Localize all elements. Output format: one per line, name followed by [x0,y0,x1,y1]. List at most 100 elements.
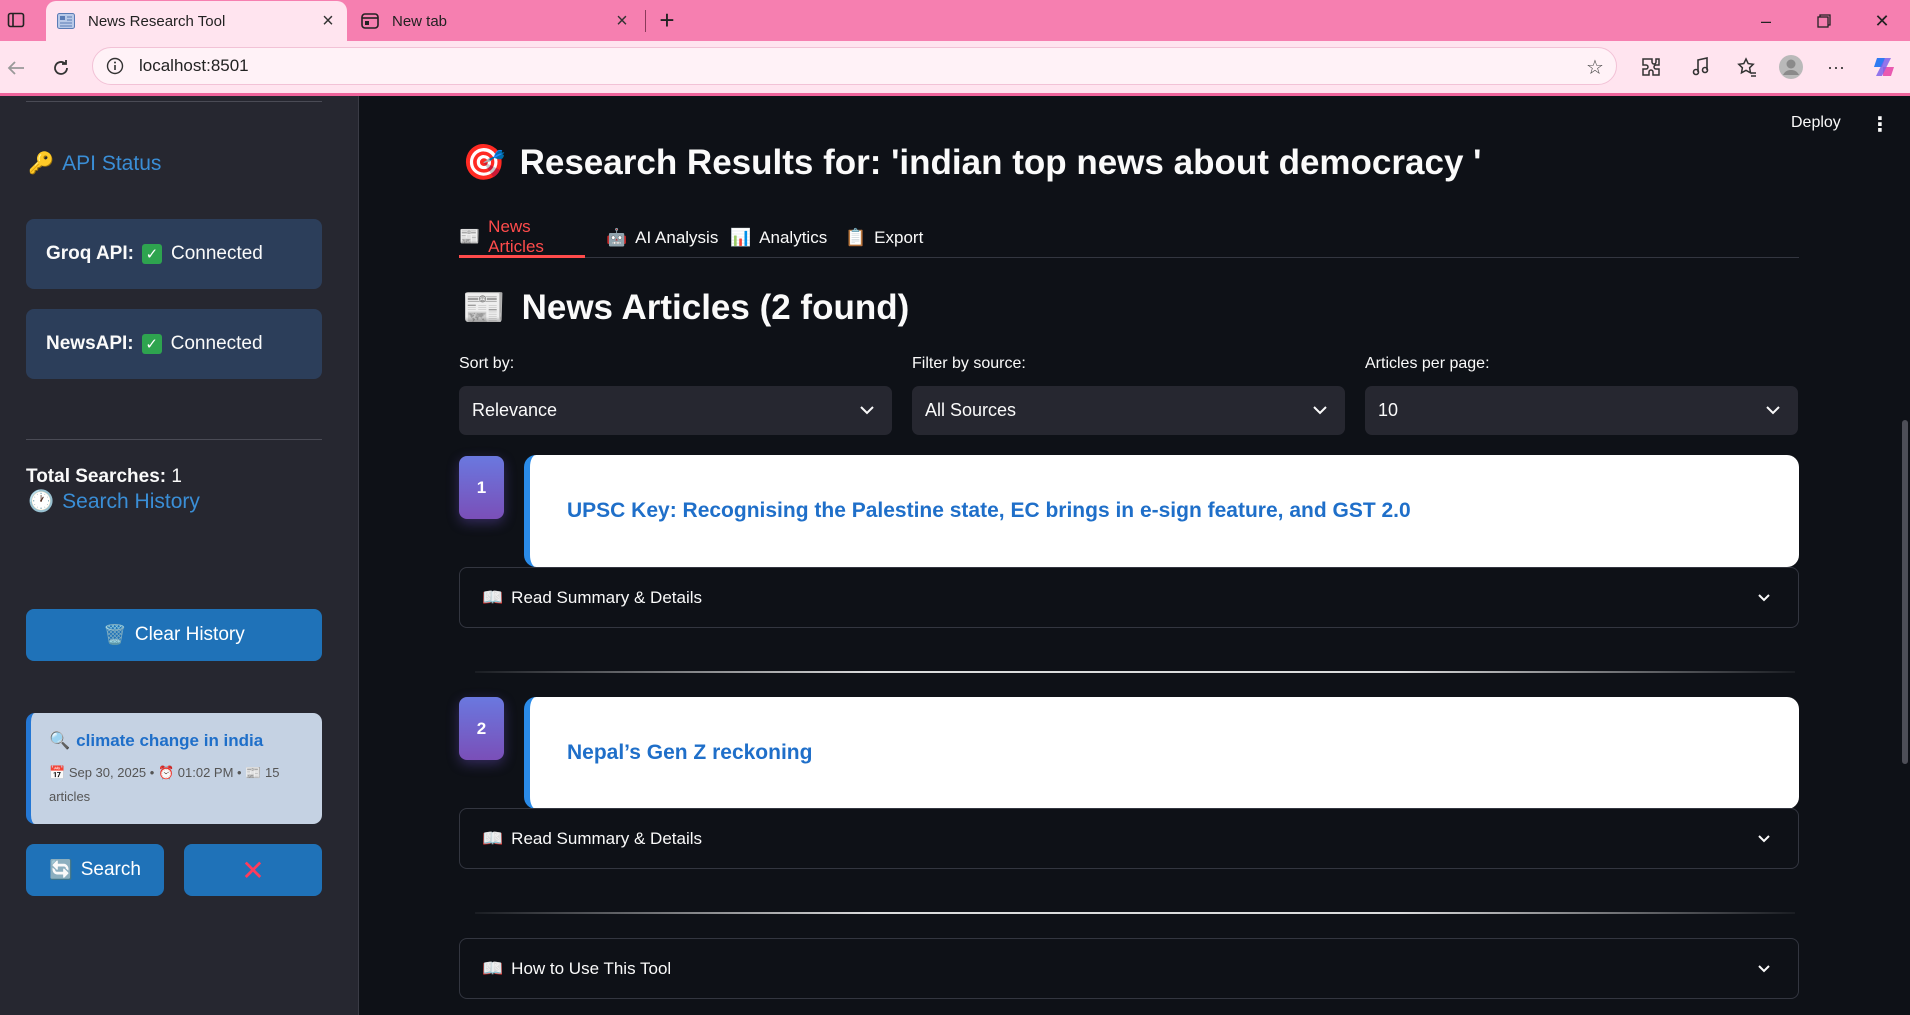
trash-icon: 🗑️ [103,625,127,646]
new-tab-plus-icon[interactable]: + [654,5,680,35]
main-menu-icon[interactable]: ⋮ [1870,112,1890,136]
chevron-down-icon [856,399,878,421]
api-status-heading: 🔑 API Status [28,152,161,176]
source-value: All Sources [925,400,1017,420]
api-name: Groq API: [46,243,134,264]
chevron-down-icon [1754,587,1774,607]
favorite-star-icon[interactable]: ☆ [1584,56,1606,79]
section-title: 📰 News Articles (2 found) [462,287,909,328]
close-window-icon[interactable]: ✕ [1860,8,1904,34]
article-title-link[interactable]: UPSC Key: Recognising the Palestine stat… [567,499,1411,523]
tab-label: Analytics [759,228,828,247]
open-book-icon: 📖 [482,828,504,848]
cross-icon: ✕ [241,854,265,886]
tab-label: Export [874,228,924,247]
clear-history-button[interactable]: 🗑️ Clear History [26,609,322,661]
restore-icon[interactable] [1802,8,1846,34]
expander-label: Read Summary & Details [511,828,703,848]
delete-history-button[interactable]: ✕ [184,844,322,896]
history-meta: 📅 Sep 30, 2025 • ⏰ 01:02 PM • 📰 15 artic… [49,761,309,809]
browser-tab-strip: News Research Tool × New tab × + – ✕ [0,0,1910,41]
tab-export[interactable]: 📋 Export [845,218,923,258]
article-title-link[interactable]: Nepal’s Gen Z reckoning [567,741,812,765]
per-page-label: Articles per page: [1365,355,1490,372]
url-bar[interactable]: localhost:8501 ☆ [92,47,1617,85]
article-card[interactable]: UPSC Key: Recognising the Palestine stat… [524,455,1799,567]
target-icon: 🎯 [462,143,506,182]
per-page-value: 10 [1378,400,1399,420]
open-book-icon: 📖 [482,958,504,978]
article-divider [475,912,1795,914]
expander-label: Read Summary & Details [511,587,703,607]
back-icon[interactable] [2,54,30,82]
history-query: 🔍 climate change in india [49,731,322,751]
source-filter-label: Filter by source: [912,355,1026,372]
results-tabs: 📰 News Articles 🤖 AI Analysis 📊 Analytic… [459,217,1799,258]
alarm-clock-icon: ⏰ [157,765,175,780]
how-to-use-expander[interactable]: 📖 How to Use This Tool [459,938,1799,999]
bar-chart-icon: 📊 [730,228,752,247]
profile-avatar-icon[interactable] [1776,52,1806,82]
history-date: Sep 30, 2025 • [68,765,155,780]
source-select[interactable]: All Sources [912,386,1345,435]
sidebar-divider [26,439,322,440]
tab-news-articles[interactable]: 📰 News Articles [459,217,585,258]
chevron-down-icon [1309,399,1331,421]
favorites-icon[interactable] [1732,52,1762,82]
section-title-text: News Articles (2 found) [521,287,910,327]
calendar-icon: 📅 [49,765,66,780]
scrollbar[interactable] [1902,420,1908,764]
read-summary-expander[interactable]: 📖 Read Summary & Details [459,808,1799,869]
media-control-icon[interactable] [1686,52,1716,82]
copilot-icon[interactable] [1869,52,1899,82]
history-time: 01:02 PM • [177,765,242,780]
search-history-title: Search History [62,490,200,513]
clock-icon: 🕐 [28,490,55,513]
article-divider [475,671,1795,673]
magnifier-icon: 🔍 [49,731,71,750]
per-page-select[interactable]: 10 [1365,386,1798,435]
document-icon: 📋 [845,228,867,247]
chevron-down-icon [1754,958,1774,978]
check-icon: ✓ [141,244,162,264]
api-name: NewsAPI: [46,333,134,354]
browser-tab-new-tab[interactable]: New tab × [350,1,641,41]
tab-analytics[interactable]: 📊 Analytics [730,218,827,258]
article-number-badge: 1 [459,456,504,519]
article-number-badge: 2 [459,697,504,760]
history-item[interactable]: 🔍 climate change in india 📅 Sep 30, 2025… [26,713,322,824]
chevron-down-icon [1762,399,1784,421]
article-card[interactable]: Nepal’s Gen Z reckoning [524,697,1799,809]
deploy-button[interactable]: Deploy [1791,114,1841,132]
address-bar-row: localhost:8501 ☆ ··· [0,41,1910,93]
search-button-label: Search [80,859,141,880]
browser-tab-news-research[interactable]: News Research Tool × [46,1,347,41]
close-tab-icon[interactable]: × [317,10,339,32]
tab-title: News Research Tool [88,12,226,30]
minimize-icon[interactable]: – [1744,8,1788,34]
total-searches: Total Searches: 1 [26,466,182,488]
refresh-icon: 🔄 [49,860,73,881]
check-icon: ✓ [141,334,162,354]
read-summary-expander[interactable]: 📖 Read Summary & Details [459,567,1799,628]
tab-title: New tab [392,12,448,30]
page-favicon-icon [56,11,76,31]
site-info-icon[interactable] [105,56,125,76]
total-value: 1 [171,466,182,487]
sort-select[interactable]: Relevance [459,386,892,435]
page-title-text: Research Results for: 'indian top news a… [519,142,1482,182]
tab-actions-icon[interactable] [6,10,26,30]
tab-ai-analysis[interactable]: 🤖 AI Analysis [606,218,718,258]
clear-history-label: Clear History [134,624,245,645]
extensions-icon[interactable] [1636,52,1666,82]
rerun-search-button[interactable]: 🔄 Search [26,844,164,896]
tab-label: AI Analysis [635,228,719,247]
more-menu-icon[interactable]: ··· [1821,52,1851,82]
api-status: Connected [170,243,263,264]
close-tab-icon[interactable]: × [611,10,633,32]
newspaper-icon: 📰 [245,765,262,780]
tab-separator [645,10,646,32]
api-status-title: API Status [62,152,162,175]
reload-icon[interactable] [47,54,75,82]
history-query-text: climate change in india [76,731,264,750]
